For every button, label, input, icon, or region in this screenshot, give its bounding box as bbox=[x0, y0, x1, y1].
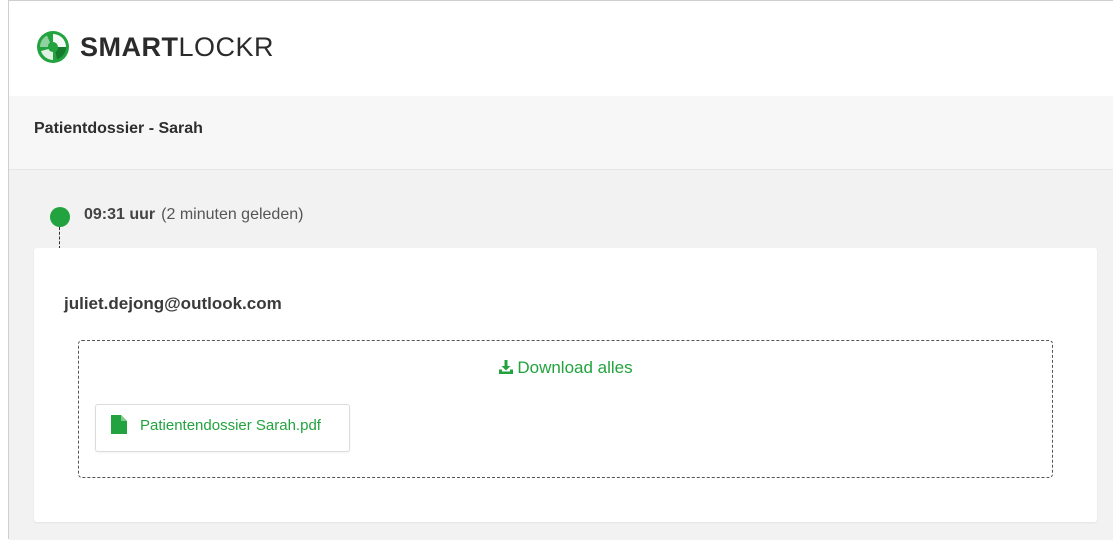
timeline-dot bbox=[50, 207, 70, 227]
main-content: 09:31 uur (2 minuten geleden) juliet.dejo… bbox=[9, 170, 1113, 540]
page-title: Patientdossier - Sarah bbox=[34, 120, 203, 137]
file-name: Patientendossier Sarah.pdf bbox=[140, 417, 321, 434]
timeline-timestamp: 09:31 uur (2 minuten geleden) bbox=[84, 206, 303, 224]
file-icon bbox=[111, 415, 127, 439]
timeline-time: 09:31 uur bbox=[84, 206, 156, 223]
download-all-link[interactable]: Download alles bbox=[79, 358, 1052, 378]
logo-text-bold: SMART bbox=[80, 32, 179, 62]
app-frame: SMARTLOCKR Patientdossier - Sarah 09:31 … bbox=[8, 0, 1113, 540]
timeline-relative-time: (2 minuten geleden) bbox=[161, 206, 304, 223]
page-header: Patientdossier - Sarah bbox=[9, 96, 1113, 170]
smartlockr-logo[interactable]: SMARTLOCKR bbox=[36, 30, 274, 64]
timeline-connector bbox=[59, 227, 60, 249]
download-icon bbox=[498, 358, 517, 377]
download-all-label: Download alles bbox=[517, 358, 633, 377]
logo-wordmark: SMARTLOCKR bbox=[80, 30, 274, 64]
file-attachment[interactable]: Patientendossier Sarah.pdf bbox=[95, 404, 350, 452]
sender-email: juliet.dejong@outlook.com bbox=[64, 294, 282, 313]
attachments-area: Download alles Patientendossier Sarah.pd… bbox=[78, 340, 1053, 478]
top-bar: SMARTLOCKR bbox=[9, 1, 1113, 96]
message-card: juliet.dejong@outlook.com Download alles bbox=[34, 248, 1097, 522]
logo-text-light: LOCKR bbox=[178, 32, 275, 62]
logo-mark-icon bbox=[36, 30, 70, 64]
